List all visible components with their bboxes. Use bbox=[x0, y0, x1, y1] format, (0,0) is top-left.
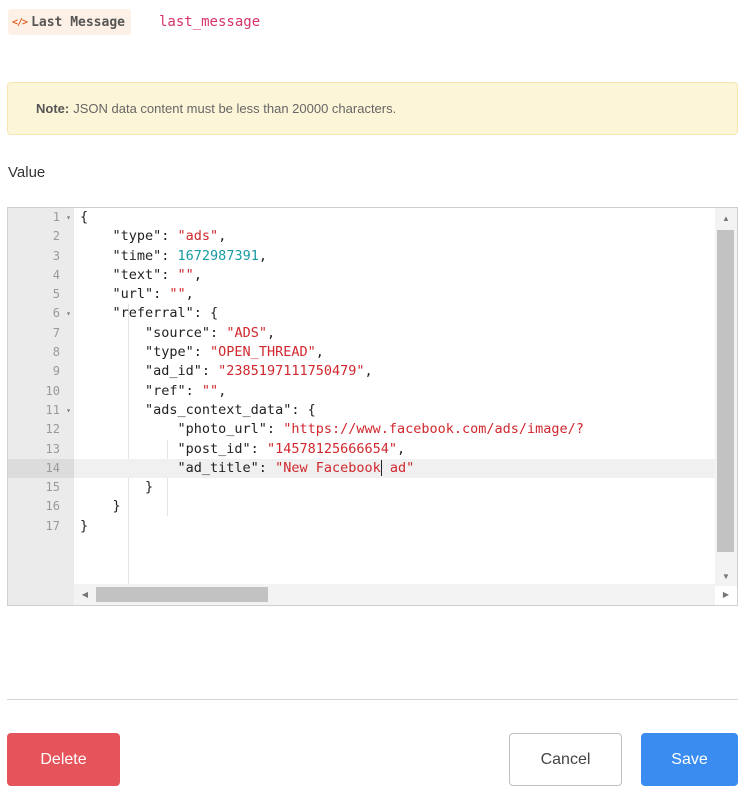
line-number: 9 bbox=[52, 364, 60, 379]
code-line[interactable]: } bbox=[74, 497, 715, 516]
line-number: 10 bbox=[45, 383, 60, 398]
line-number: 4 bbox=[52, 267, 60, 282]
cancel-button[interactable]: Cancel bbox=[509, 733, 622, 786]
code-line[interactable]: "ref": "", bbox=[74, 382, 715, 401]
line-number: 8 bbox=[52, 345, 60, 360]
code-line[interactable]: "type": "OPEN_THREAD", bbox=[74, 343, 715, 362]
line-number: 2 bbox=[52, 229, 60, 244]
scroll-up-icon[interactable]: ▲ bbox=[715, 210, 737, 226]
json-editor[interactable]: 1 ▾ 2 3 4 5 6 ▾ 7 8 9 10 11 ▾ 12 13 14 15 16 17 { "type": "… bbox=[7, 207, 738, 606]
line-number: 17 bbox=[45, 518, 60, 533]
line-number: 12 bbox=[45, 422, 60, 437]
vertical-scrollbar[interactable]: ▲ ▼ bbox=[715, 208, 737, 586]
line-number: 1 ▾ bbox=[8, 208, 74, 227]
vertical-scroll-thumb[interactable] bbox=[717, 230, 734, 552]
editor-gutter: 1 ▾ 2 3 4 5 6 ▾ 7 8 9 10 11 ▾ 12 13 14 15 16 17 bbox=[8, 208, 74, 605]
code-line[interactable]: "ads_context_data": { bbox=[74, 401, 715, 420]
horizontal-scrollbar[interactable]: ◀ ▶ bbox=[74, 584, 729, 605]
code-line[interactable]: } bbox=[74, 517, 715, 536]
code-line[interactable]: "ad_id": "2385197111750479", bbox=[74, 362, 715, 381]
horizontal-scroll-thumb[interactable] bbox=[96, 587, 268, 602]
code-line[interactable]: "url": "", bbox=[74, 285, 715, 304]
field-header: </> Last Message last_message bbox=[8, 9, 260, 35]
field-key: last_message bbox=[158, 14, 261, 30]
fold-toggle-icon[interactable]: ▾ bbox=[66, 208, 71, 227]
divider bbox=[7, 699, 738, 700]
note-banner: Note: JSON data content must be less tha… bbox=[7, 82, 738, 135]
code-line[interactable]: "referral": { bbox=[74, 304, 715, 323]
code-line[interactable]: "type": "ads", bbox=[74, 227, 715, 246]
fold-toggle-icon[interactable]: ▾ bbox=[66, 304, 71, 323]
fold-toggle-icon[interactable]: ▾ bbox=[66, 401, 71, 420]
code-line[interactable]: "photo_url": "https://www.facebook.com/a… bbox=[74, 420, 715, 439]
note-text: JSON data content must be less than 2000… bbox=[73, 101, 397, 116]
text-cursor bbox=[380, 459, 382, 476]
code-line[interactable]: "text": "", bbox=[74, 266, 715, 285]
line-number: 5 bbox=[52, 287, 60, 302]
delete-button[interactable]: Delete bbox=[7, 733, 120, 786]
line-number: 3 bbox=[52, 248, 60, 263]
field-chip: </> Last Message bbox=[8, 9, 131, 35]
field-label: Last Message bbox=[31, 14, 125, 30]
code-icon: </> bbox=[12, 16, 28, 28]
code-line[interactable]: } bbox=[74, 478, 715, 497]
scroll-left-icon[interactable]: ◀ bbox=[78, 584, 92, 605]
line-number: 6 ▾ bbox=[8, 304, 74, 323]
line-number: 14 bbox=[8, 458, 74, 479]
line-number: 15 bbox=[45, 480, 60, 495]
code-line[interactable]: "post_id": "14578125666654", bbox=[74, 440, 715, 459]
line-number: 7 bbox=[52, 325, 60, 340]
scroll-right-icon[interactable]: ▶ bbox=[719, 584, 733, 605]
code-line[interactable]: "source": "ADS", bbox=[74, 324, 715, 343]
code-line[interactable]: "time": 1672987391, bbox=[74, 247, 715, 266]
code-line[interactable]: { bbox=[74, 208, 715, 227]
code-line[interactable]: "ad_title": "New Facebook ad" bbox=[74, 458, 715, 479]
editor-code[interactable]: { "type": "ads", "time": 1672987391, "te… bbox=[74, 208, 715, 605]
scroll-down-icon[interactable]: ▼ bbox=[715, 568, 737, 584]
line-number: 16 bbox=[45, 499, 60, 514]
line-number: 11 ▾ bbox=[8, 401, 74, 420]
value-label: Value bbox=[8, 164, 46, 181]
note-bold: Note: bbox=[36, 101, 70, 116]
save-button[interactable]: Save bbox=[641, 733, 738, 786]
line-number: 13 bbox=[45, 441, 60, 456]
